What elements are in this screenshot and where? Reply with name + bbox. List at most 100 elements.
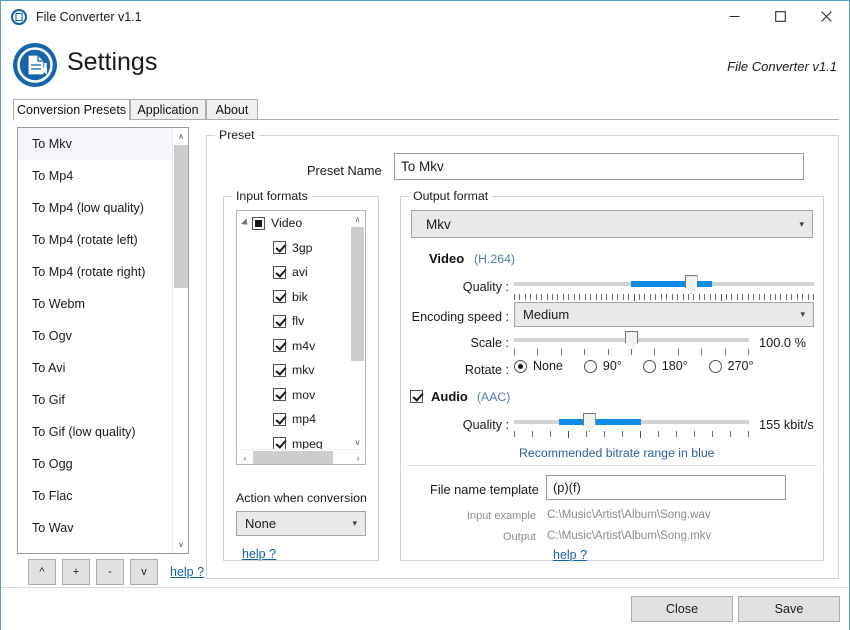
filename-help-link[interactable]: help ? xyxy=(553,548,587,562)
slider-thumb[interactable] xyxy=(684,275,698,294)
tab-conversion-presets[interactable]: Conversion Presets xyxy=(13,99,130,121)
close-button[interactable] xyxy=(803,1,849,32)
list-item[interactable]: To Mp4 (low quality) xyxy=(18,192,188,224)
tree-row[interactable]: bik xyxy=(237,285,365,310)
list-item[interactable]: To Flac xyxy=(18,480,188,512)
rotate-option-none[interactable]: None xyxy=(514,359,563,373)
list-item[interactable]: To Wav xyxy=(18,512,188,544)
slider-thumb[interactable] xyxy=(625,331,638,350)
scroll-up-icon[interactable]: ∧ xyxy=(350,211,365,227)
tree-row[interactable]: avi xyxy=(237,260,365,285)
tree-row[interactable]: mov xyxy=(237,383,365,408)
preset-help-link[interactable]: help ? xyxy=(170,565,204,579)
scroll-down-icon[interactable]: ∨ xyxy=(350,434,365,450)
scrollbar-thumb[interactable] xyxy=(174,145,188,288)
encoding-speed-select[interactable]: Medium ▾ xyxy=(514,302,814,327)
checkbox-icon[interactable] xyxy=(273,388,286,402)
tab-application[interactable]: Application xyxy=(130,99,206,120)
tick-mark xyxy=(726,294,728,300)
checkbox-icon[interactable] xyxy=(410,390,423,403)
checkbox-icon[interactable] xyxy=(273,314,286,328)
rotate-radio-group[interactable]: None 90° 180° 270° xyxy=(514,359,775,373)
list-item[interactable]: To Mp3 xyxy=(18,544,188,553)
tree-row[interactable]: mp4 xyxy=(237,407,365,432)
tree-row[interactable]: mkv xyxy=(237,358,365,383)
list-item[interactable]: To Mp4 (rotate left) xyxy=(18,224,188,256)
tab-bar: Conversion Presets Application About xyxy=(13,99,839,121)
radio-icon[interactable] xyxy=(642,359,656,373)
save-button[interactable]: Save xyxy=(738,596,840,622)
list-item[interactable]: To Mkv xyxy=(18,128,188,160)
scrollbar-thumb[interactable] xyxy=(253,451,333,464)
list-item[interactable]: To Ogv xyxy=(18,320,188,352)
audio-enable-checkbox[interactable]: Audio (AAC) xyxy=(410,389,510,404)
tick-mark xyxy=(633,294,635,301)
checkbox-icon[interactable] xyxy=(273,290,286,304)
checkbox-icon[interactable] xyxy=(273,339,286,353)
scale-slider[interactable] xyxy=(514,331,749,350)
audio-section-title: Audio xyxy=(431,389,468,404)
checkbox-partial-icon[interactable] xyxy=(252,216,265,230)
tree-vertical-scrollbar[interactable]: ∧ ∨ xyxy=(350,211,365,450)
list-item[interactable]: To Mp4 (rotate right) xyxy=(18,256,188,288)
input-formats-help-link[interactable]: help ? xyxy=(242,547,276,561)
scrollbar-thumb[interactable] xyxy=(351,227,364,361)
output-format-select[interactable]: Mkv ▾ xyxy=(411,210,813,238)
input-formats-tree[interactable]: Video 3gp avi bik flv m4v mkv mov mp4 mp… xyxy=(236,210,366,465)
scroll-right-icon[interactable]: › xyxy=(350,450,365,464)
chevron-expand-icon[interactable] xyxy=(240,218,251,228)
add-preset-button[interactable]: + xyxy=(62,559,90,585)
tree-label: Video xyxy=(271,216,303,231)
move-preset-down-button[interactable]: v xyxy=(130,559,158,585)
tick-mark xyxy=(698,294,700,300)
move-preset-up-button[interactable]: ^ xyxy=(28,559,56,585)
preset-name-input[interactable] xyxy=(394,153,804,180)
radio-icon[interactable] xyxy=(583,359,597,373)
radio-icon[interactable] xyxy=(708,359,722,373)
tab-about[interactable]: About xyxy=(206,99,258,120)
close-dialog-button[interactable]: Close xyxy=(631,596,733,622)
tree-row[interactable]: m4v xyxy=(237,334,365,359)
checkbox-icon[interactable] xyxy=(273,265,286,279)
minimize-button[interactable] xyxy=(711,1,757,32)
list-item[interactable]: To Webm xyxy=(18,288,188,320)
tree-row[interactable]: flv xyxy=(237,309,365,334)
radio-selected-icon[interactable] xyxy=(514,359,527,373)
checkbox-icon[interactable] xyxy=(273,241,286,255)
tree-row-video[interactable]: Video xyxy=(237,211,365,236)
rotate-option-180[interactable]: 180° xyxy=(642,359,688,373)
tick-mark xyxy=(682,294,684,300)
rotate-option-90[interactable]: 90° xyxy=(583,359,622,373)
checkbox-icon[interactable] xyxy=(273,363,286,377)
tick-mark xyxy=(666,294,668,300)
list-item[interactable]: To Gif xyxy=(18,384,188,416)
tree-row[interactable]: 3gp xyxy=(237,236,365,261)
tree-horizontal-scrollbar[interactable]: ‹ › xyxy=(237,449,365,464)
preset-list[interactable]: To Mkv To Mp4 To Mp4 (low quality) To Mp… xyxy=(17,127,189,554)
scroll-down-icon[interactable]: ∨ xyxy=(173,536,188,553)
maximize-button[interactable] xyxy=(757,1,803,32)
preset-list-scrollbar[interactable]: ∧ ∨ xyxy=(172,128,188,553)
scroll-left-icon[interactable]: ‹ xyxy=(237,450,253,464)
checkbox-icon[interactable] xyxy=(273,412,286,426)
file-name-template-input[interactable] xyxy=(546,475,786,500)
list-item[interactable]: To Mp4 xyxy=(18,160,188,192)
chevron-down-icon: ▾ xyxy=(352,518,357,528)
list-item[interactable]: To Ogg xyxy=(18,448,188,480)
action-when-conversion-select[interactable]: None ▾ xyxy=(236,511,366,536)
remove-preset-button[interactable]: - xyxy=(96,559,124,585)
audio-quality-slider[interactable] xyxy=(514,413,749,432)
preset-group-legend: Preset xyxy=(215,128,259,142)
tick-mark xyxy=(541,294,543,300)
scroll-up-icon[interactable]: ∧ xyxy=(173,128,188,145)
rotate-label: Rotate : xyxy=(464,363,509,377)
rotate-option-270[interactable]: 270° xyxy=(708,359,754,373)
list-item[interactable]: To Gif (low quality) xyxy=(18,416,188,448)
video-quality-slider[interactable] xyxy=(514,275,814,294)
tree-label: bik xyxy=(292,289,308,304)
slider-thumb[interactable] xyxy=(582,413,596,432)
tab-label: About xyxy=(215,102,249,117)
tick-mark xyxy=(693,294,695,300)
tick-mark xyxy=(560,349,562,355)
list-item[interactable]: To Avi xyxy=(18,352,188,384)
